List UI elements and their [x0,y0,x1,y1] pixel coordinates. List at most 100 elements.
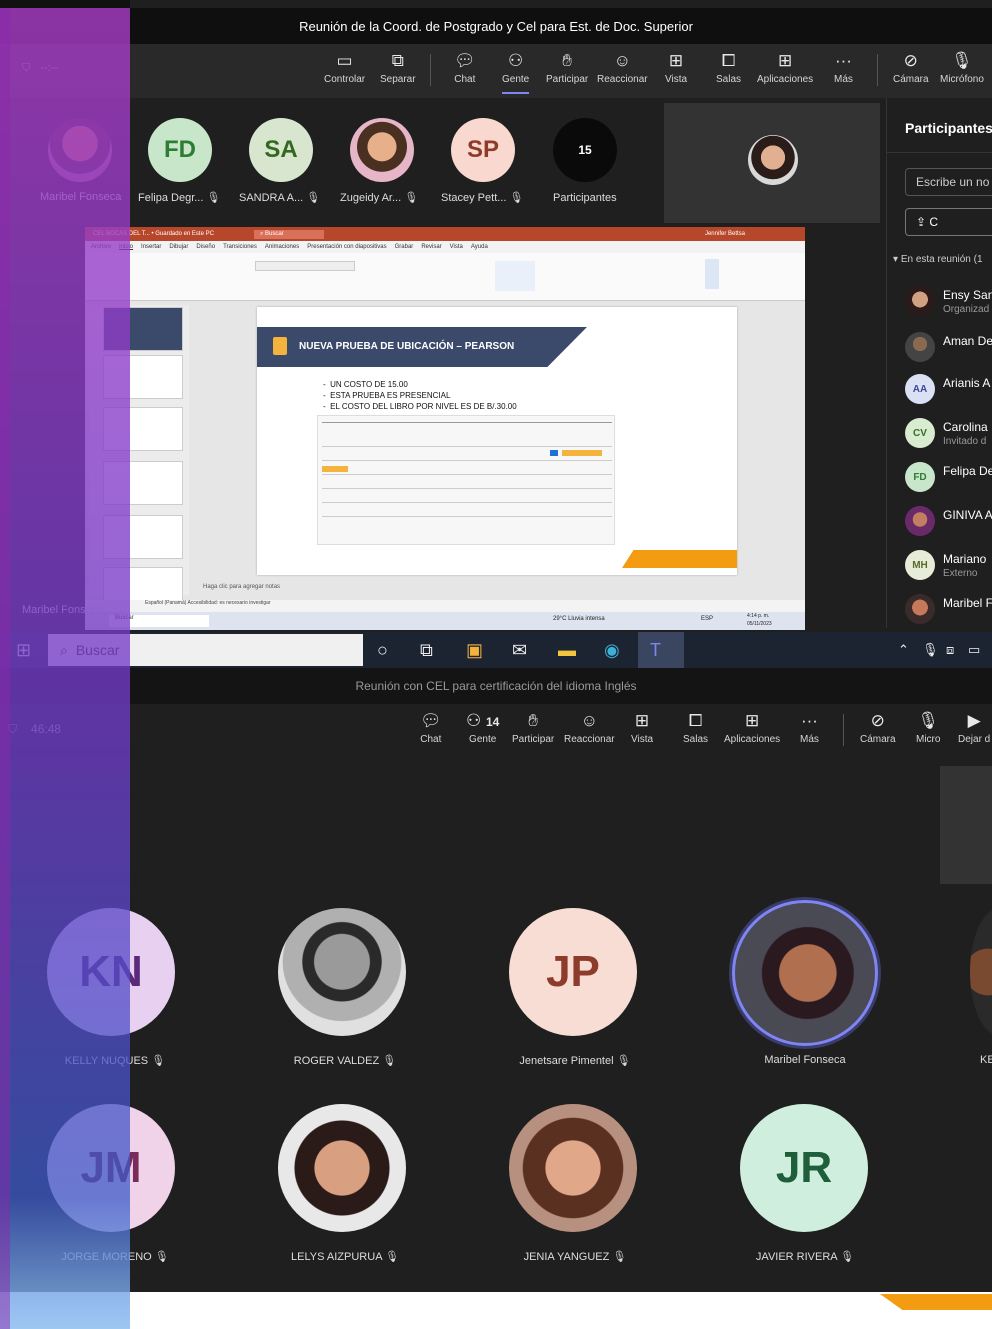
shared-screen[interactable]: CEL BOCAS DEL T... • Guardado en Este PC… [85,227,805,630]
participant-photo-maribel-speaking[interactable] [732,900,878,1046]
teams-taskbar-button[interactable]: T [638,632,684,668]
participant-list-item[interactable]: GINIVA A [905,502,992,542]
font-selector[interactable] [255,261,355,271]
participant-photo-jenia[interactable] [509,1104,637,1232]
more-button[interactable]: ··· Más [834,50,853,94]
self-video-tile[interactable] [940,766,992,884]
taskbar-search[interactable]: ⌕ Buscar [48,634,363,666]
shapes-group[interactable] [495,261,535,291]
raise-hand-button[interactable]: ✋︎ Participar [512,710,554,754]
meeting-toolbar: ⛉ 46:48 💬︎ Chat ⚇ 14 Gente ✋︎ Participar ☺ R… [0,704,992,758]
more-button[interactable]: ··· Más [800,710,819,754]
chat-icon: 💬︎ [420,711,442,730]
menu-item[interactable]: Diseño [196,244,215,250]
mic-button[interactable]: 🎙︎ Micrófono [940,50,984,94]
menu-item[interactable]: Grabar [395,244,414,250]
share-icon: ⇪ [916,215,927,229]
menu-item[interactable]: Ayuda [471,244,488,250]
slide-thumbnail[interactable] [103,461,183,505]
mail-icon[interactable]: ✉ [512,640,527,661]
battery-icon[interactable]: ▭ [968,642,980,658]
camera-button[interactable]: ⊘ Cámara [860,710,896,754]
slide-thumbnail[interactable] [103,515,183,559]
view-button[interactable]: ⊞ Vista [631,710,653,754]
avatar-jp[interactable]: JP [509,908,637,1036]
view-button[interactable]: ⊞ Vista [665,50,687,94]
chat-button[interactable]: 💬︎ Chat [454,50,476,94]
apps-button[interactable]: ⊞ Aplicaciones [724,710,780,754]
avatar-sp[interactable]: SP [451,118,515,182]
people-icon: ⚇ [466,711,482,730]
dictate-button[interactable] [705,259,719,289]
participant-photo-partial[interactable] [970,908,992,1036]
rooms-button[interactable]: ⧠ Salas [716,50,741,94]
store-icon[interactable]: ▣ [466,640,483,661]
raise-hand-icon: ✋︎ [528,711,538,730]
cortana-icon[interactable]: ○ [377,640,388,661]
share-invite-button[interactable]: ⇪ C [905,208,992,236]
camera-button[interactable]: ⊘ Cámara [893,50,929,94]
slide-canvas[interactable]: NUEVA PRUEBA DE UBICACIÓN – PEARSON - UN… [257,307,737,575]
participant-search-input[interactable]: Escribe un no [905,168,992,196]
tray-chevron-icon[interactable]: ⌃ [898,642,909,658]
apps-button[interactable]: ⊞ Aplicaciones [757,50,813,94]
menu-item[interactable]: Revisar [421,244,441,250]
in-meeting-section-header[interactable]: ▾ En esta reunión (1 [893,254,983,265]
participant-list-item[interactable]: Ensy San Organizad [905,282,992,322]
participant-photo-roger[interactable] [278,908,406,1036]
participant-list-item[interactable]: MH Mariano Externo [905,546,992,586]
avatar-jm[interactable]: JM [47,1104,175,1232]
slide-notes[interactable]: Haga clic para agregar notas [203,584,280,590]
menu-item[interactable]: Animaciones [265,244,299,250]
react-button[interactable]: ☺ Reaccionar [564,710,615,754]
leave-button[interactable]: ▶ Dejar d [958,710,990,754]
menu-item[interactable]: Transiciones [223,244,257,250]
network-icon[interactable]: ⧈ [946,642,954,658]
avatar [905,332,935,362]
avatar-jr[interactable]: JR [740,1104,868,1232]
participant-photo-lelys[interactable] [278,1104,406,1232]
react-button[interactable]: ☺ Reaccionar [597,50,648,94]
slide-thumbnail[interactable] [103,307,183,351]
folder-icon[interactable]: ▬ [558,640,576,661]
menu-item[interactable]: Inicio [119,244,133,250]
mic-button[interactable]: 🎙︎ Micro [916,710,940,754]
participant-list-item[interactable]: Maribel F [905,590,992,630]
participants-count-badge[interactable]: 15 [553,118,617,182]
slide-thumbnail[interactable] [103,407,183,451]
slide-thumbnail[interactable] [103,355,183,399]
self-video-tile[interactable] [664,103,880,223]
menu-item[interactable]: Insertar [141,244,161,250]
mic-off-icon: 🎙︎ [151,1055,166,1067]
participant-list-item[interactable]: Aman De [905,328,992,368]
participant-name: JAVIER RIVERA 🎙︎ [755,1251,855,1263]
chat-button[interactable]: 💬︎ Chat [420,710,442,754]
participant-name: Felipa Degr... 🎙︎ [138,192,221,204]
mic-tray-icon[interactable]: 🎙︎ [922,642,939,658]
windows-start-icon[interactable]: ⊞ [16,640,31,661]
rooms-button[interactable]: ⧠ Salas [683,710,708,754]
control-button[interactable]: ▭ Controlar [324,50,365,94]
ppt-search[interactable]: ⌕ Buscar [253,229,324,239]
participant-photo-zugeidy[interactable] [350,118,414,182]
participant-list-item[interactable]: AA Arianis A [905,370,992,410]
menu-item[interactable]: Archivo [91,244,111,250]
avatar-kn[interactable]: KN [47,908,175,1036]
participant-photo-maribel[interactable] [48,118,112,182]
avatar-sa[interactable]: SA [249,118,313,182]
edge-icon[interactable]: ◉ [604,640,620,661]
avatar-fd[interactable]: FD [148,118,212,182]
participant-list-item[interactable]: FD Felipa De [905,458,992,498]
raise-hand-button[interactable]: ✋︎ Participar [546,50,588,94]
menu-item[interactable]: Vista [450,244,463,250]
windows-taskbar: ⊞ ⌕ Buscar ○ ⧉ ▣ ✉ ▬ ◉ T ⌃ 🎙︎ ⧈ ▭ [0,632,992,668]
task-view-icon[interactable]: ⧉ [420,640,433,661]
menu-item[interactable]: Dibujar [169,244,188,250]
bullet-item: - EL COSTO DEL LIBRO POR NIVEL ES DE B/.… [323,402,517,411]
people-button[interactable]: ⚇ 14 Gente [466,710,499,754]
menu-item[interactable]: Presentación con diapositivas [307,244,386,250]
popout-button[interactable]: ⧉ Separar [380,50,416,94]
participant-list-item[interactable]: CV Carolina Invitado d [905,414,992,454]
people-button[interactable]: ⚇ Gente [502,50,530,94]
ppt-user: Jennifer Bettsa [704,231,745,237]
